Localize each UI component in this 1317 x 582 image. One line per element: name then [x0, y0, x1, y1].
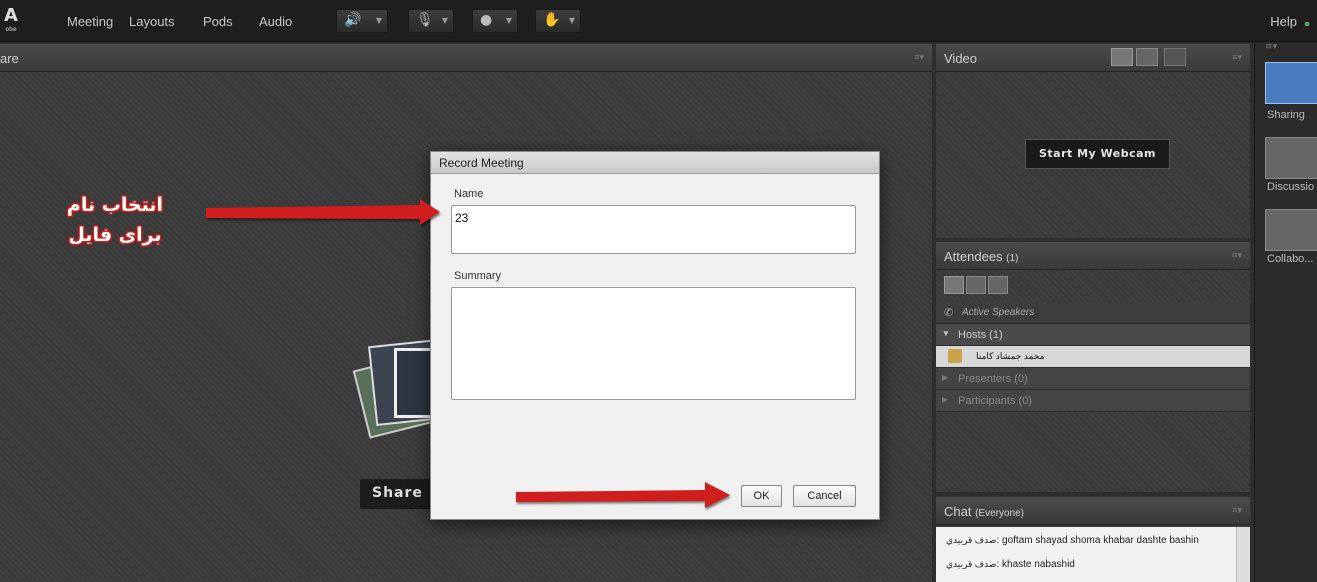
arrow-to-ok-button	[516, 482, 730, 508]
arrow-to-name-field	[206, 199, 440, 225]
annotation-arrows	[206, 199, 730, 508]
